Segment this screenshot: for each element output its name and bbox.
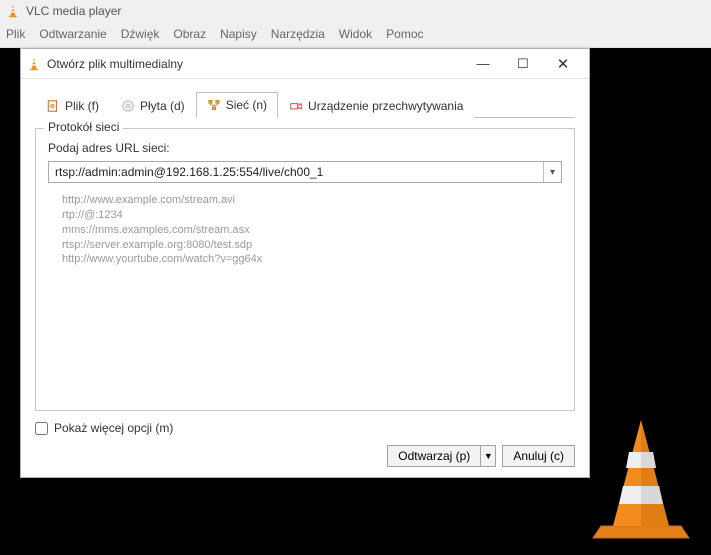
example-line: mms://mms.examples.com/stream.asx [62, 223, 562, 238]
main-window-title: VLC media player [26, 4, 121, 18]
menu-dzwiek[interactable]: Dźwięk [121, 27, 160, 41]
play-button[interactable]: Odtwarzaj (p) [387, 445, 480, 467]
maximize-button[interactable]: ☐ [503, 50, 543, 78]
vlc-cone-icon [6, 4, 20, 18]
file-icon [46, 99, 60, 113]
tab-capture-label: Urządzenie przechwytywania [308, 99, 463, 113]
tabstrip: Plik (f) Płyta (d) Sieć (n) Urządzenie p… [35, 91, 575, 118]
menu-plik[interactable]: Plik [6, 27, 25, 41]
main-window: VLC media player Plik Odtwarzanie Dźwięk… [0, 0, 711, 48]
example-line: http://www.example.com/stream.avi [62, 193, 562, 208]
disc-icon [121, 99, 135, 113]
example-line: http://www.yourtube.com/watch?v=gg64x [62, 252, 562, 267]
chevron-down-icon[interactable]: ▾ [543, 162, 561, 182]
main-titlebar: VLC media player [0, 0, 711, 22]
tab-capture[interactable]: Urządzenie przechwytywania [278, 92, 474, 118]
more-options-label: Pokaż więcej opcji (m) [54, 421, 173, 435]
dialog-button-row: Odtwarzaj (p) ▼ Anuluj (c) [35, 445, 575, 467]
dialog-title: Otwórz plik multimedialny [47, 57, 463, 71]
url-examples: http://www.example.com/stream.avi rtp://… [62, 193, 562, 267]
dialog-body: Plik (f) Płyta (d) Sieć (n) Urządzenie p… [21, 79, 589, 477]
url-label: Podaj adres URL sieci: [48, 141, 562, 155]
main-menubar: Plik Odtwarzanie Dźwięk Obraz Napisy Nar… [0, 22, 711, 46]
tab-disc-label: Płyta (d) [140, 99, 185, 113]
close-button[interactable]: ✕ [543, 50, 583, 78]
minimize-button[interactable]: — [463, 50, 503, 78]
dialog-titlebar[interactable]: Otwórz plik multimedialny — ☐ ✕ [21, 49, 589, 79]
menu-napisy[interactable]: Napisy [220, 27, 257, 41]
menu-narzedzia[interactable]: Narzędzia [271, 27, 325, 41]
menu-obraz[interactable]: Obraz [173, 27, 206, 41]
tab-file[interactable]: Plik (f) [35, 92, 110, 118]
network-protocol-group: Protokół sieci Podaj adres URL sieci: ▾ … [35, 128, 575, 411]
example-line: rtsp://server.example.org:8080/test.sdp [62, 238, 562, 253]
play-dropdown-arrow[interactable]: ▼ [480, 445, 496, 467]
open-media-dialog: Otwórz plik multimedialny — ☐ ✕ Plik (f)… [20, 48, 590, 478]
menu-odtwarzanie[interactable]: Odtwarzanie [39, 27, 106, 41]
vlc-cone-logo [581, 414, 701, 549]
more-options-check-input[interactable] [35, 422, 48, 435]
tab-file-label: Plik (f) [65, 99, 99, 113]
tab-network-label: Sieć (n) [226, 98, 267, 112]
cancel-button[interactable]: Anuluj (c) [502, 445, 575, 467]
group-legend: Protokół sieci [44, 120, 123, 134]
vlc-cone-icon [27, 57, 41, 71]
play-split-button: Odtwarzaj (p) ▼ [387, 445, 496, 467]
tab-disc[interactable]: Płyta (d) [110, 92, 196, 118]
capture-icon [289, 99, 303, 113]
url-combobox[interactable]: ▾ [48, 161, 562, 183]
network-icon [207, 98, 221, 112]
menu-widok[interactable]: Widok [339, 27, 372, 41]
tab-network[interactable]: Sieć (n) [196, 92, 278, 118]
menu-pomoc[interactable]: Pomoc [386, 27, 423, 41]
url-input[interactable] [49, 162, 543, 182]
more-options-checkbox[interactable]: Pokaż więcej opcji (m) [35, 421, 575, 435]
example-line: rtp://@:1234 [62, 208, 562, 223]
